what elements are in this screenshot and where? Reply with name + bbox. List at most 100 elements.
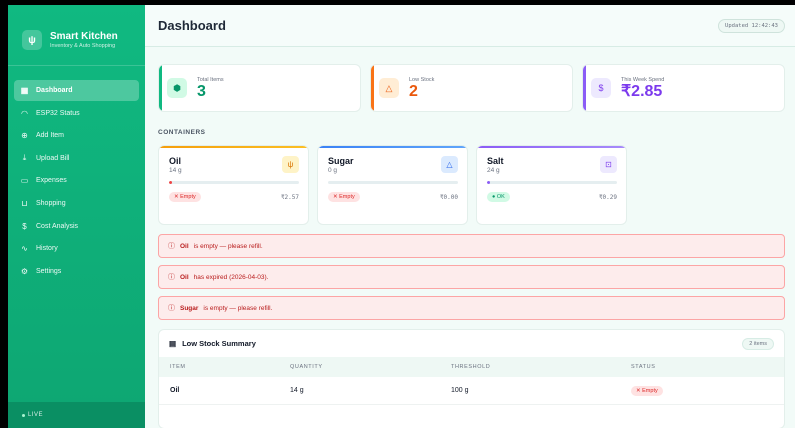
sidebar-nav: ▦ Dashboard ◠ ESP32 Status ⊕ Add Item ⤓ … — [8, 66, 145, 282]
topbar: Dashboard Updated 12:42:43 — [145, 5, 795, 47]
alert-text: is empty — please refill. — [203, 304, 273, 312]
container-price: ₹2.57 — [280, 193, 299, 201]
sidebar-item-add-item[interactable]: ⊕ Add Item — [14, 125, 139, 146]
live-status-label: LIVE — [28, 412, 44, 418]
container-name: Oil — [169, 156, 182, 166]
container-price: ₹0.00 — [439, 193, 458, 201]
stat-week-spend[interactable]: $ This Week Spend ₹2.85 — [582, 64, 785, 112]
stat-label: Low Stock — [409, 76, 435, 83]
sidebar-item-expenses[interactable]: ▭ Expenses — [14, 170, 139, 191]
brand-subtitle: Inventory & Auto Shopping — [50, 42, 116, 49]
container-card-sugar[interactable]: Sugar 0 g △ ✕ Empty ₹0.00 — [317, 145, 468, 225]
cube-icon: ⬢ — [167, 78, 187, 98]
table-header: ITEM QUANTITY THRESHOLD STATUS — [159, 357, 784, 377]
containers-grid: Oil 14 g ψ ✕ Empty ₹2.57 Sugar 0 g △ ✕ E… — [158, 145, 785, 225]
sidebar-item-label: Settings — [36, 267, 62, 275]
sidebar-item-label: Add Item — [36, 132, 65, 140]
stat-label: This Week Spend — [621, 76, 665, 83]
stat-value: 3 — [197, 82, 206, 100]
box-icon: ⊡ — [600, 156, 617, 173]
main-area: Dashboard Updated 12:42:43 ⬢ Total Items… — [145, 5, 795, 428]
column-header: QUANTITY — [290, 364, 323, 370]
alert-text: has expired (2026-04-03). — [193, 273, 269, 281]
sidebar-item-shopping[interactable]: ⊔ Shopping — [14, 193, 139, 214]
sidebar-item-label: Dashboard — [36, 87, 73, 94]
low-stock-summary: ▤ Low Stock Summary 2 items ITEM QUANTIT… — [158, 329, 785, 428]
alert-item-name: Oil — [180, 273, 189, 281]
alert-item-name: Oil — [180, 242, 189, 250]
status-badge: ✕ Empty — [328, 192, 360, 202]
summary-title: Low Stock Summary — [182, 339, 256, 348]
sidebar-item-label: History — [36, 245, 58, 253]
updated-badge: Updated 12:42:43 — [718, 18, 785, 33]
container-quantity: 24 g — [487, 167, 500, 174]
cart-icon: ⊔ — [21, 198, 28, 208]
container-quantity: 0 g — [328, 167, 338, 174]
alerts-list: ⓘ Oil is empty — please refill. ⓘ Oil ha… — [158, 234, 785, 320]
level-bar-fill — [169, 181, 172, 184]
stat-low-stock[interactable]: △ Low Stock 2 — [370, 64, 573, 112]
row-quantity: 14 g — [290, 387, 304, 394]
status-badge: ● OK — [487, 192, 510, 202]
stat-label: Total Items — [197, 76, 224, 83]
sidebar-item-label: ESP32 Status — [36, 109, 80, 117]
alert-item: ⓘ Oil has expired (2026-04-03). — [158, 265, 785, 289]
status-badge: ✕ Empty — [169, 192, 201, 202]
live-dot-icon — [22, 413, 25, 417]
activity-icon: ∿ — [21, 244, 28, 254]
dashboard-content: ⬢ Total Items 3 △ Low Stock 2 $ This Wee… — [145, 47, 795, 428]
container-name: Salt — [487, 156, 504, 166]
card-icon: ▭ — [20, 176, 29, 186]
stat-value: 2 — [409, 82, 418, 100]
page-title: Dashboard — [158, 18, 226, 33]
column-header: ITEM — [170, 364, 186, 370]
plus-circle-icon: ⊕ — [21, 131, 28, 141]
brand-title: Smart Kitchen — [50, 30, 118, 42]
status-badge: ✕ Empty — [631, 386, 663, 396]
sidebar-item-settings[interactable]: ⚙ Settings — [14, 261, 139, 282]
calendar-icon: ▤ — [169, 339, 177, 348]
level-bar-fill — [487, 181, 490, 184]
column-header: THRESHOLD — [451, 364, 491, 370]
container-card-oil[interactable]: Oil 14 g ψ ✕ Empty ₹2.57 — [158, 145, 309, 225]
sidebar-item-upload-bill[interactable]: ⤓ Upload Bill — [14, 148, 139, 169]
live-status: LIVE — [8, 402, 145, 428]
table-row[interactable]: Oil 14 g 100 g ✕ Empty — [159, 377, 784, 405]
sidebar-item-history[interactable]: ∿ History — [14, 238, 139, 259]
wifi-icon: ◠ — [21, 108, 28, 118]
container-card-salt[interactable]: Salt 24 g ⊡ ● OK ₹0.29 — [476, 145, 627, 225]
alert-item-name: Sugar — [180, 304, 199, 312]
row-threshold: 100 g — [451, 387, 469, 394]
fork-knife-icon: ψ — [282, 156, 299, 173]
alert-text: is empty — please refill. — [193, 242, 263, 250]
fork-knife-icon: ψ — [22, 30, 42, 50]
sidebar: ψ Smart Kitchen Inventory & Auto Shoppin… — [8, 5, 145, 428]
triangle-icon: △ — [441, 156, 458, 173]
level-bar — [487, 181, 617, 184]
app-frame: ψ Smart Kitchen Inventory & Auto Shoppin… — [8, 5, 795, 428]
column-header: STATUS — [631, 364, 656, 370]
level-bar — [328, 181, 458, 184]
warning-icon: △ — [379, 78, 399, 98]
sidebar-item-label: Upload Bill — [36, 154, 70, 162]
container-price: ₹0.29 — [598, 193, 617, 201]
dollar-icon: $ — [22, 221, 27, 231]
alert-item: ⓘ Sugar is empty — please refill. — [158, 296, 785, 320]
brand: ψ Smart Kitchen Inventory & Auto Shoppin… — [8, 5, 145, 66]
level-bar — [169, 181, 299, 184]
sidebar-item-esp32-status[interactable]: ◠ ESP32 Status — [14, 103, 139, 124]
upload-icon: ⤓ — [22, 153, 27, 163]
containers-heading: CONTAINERS — [158, 129, 206, 136]
stat-total-items[interactable]: ⬢ Total Items 3 — [158, 64, 361, 112]
alert-circle-icon: ⓘ — [168, 274, 175, 281]
sidebar-item-label: Shopping — [36, 199, 66, 207]
alert-circle-icon: ⓘ — [168, 243, 175, 250]
stat-value: ₹2.85 — [621, 82, 663, 100]
grid-icon: ▦ — [20, 86, 29, 95]
container-quantity: 14 g — [169, 167, 182, 174]
gear-icon: ⚙ — [20, 266, 29, 276]
summary-count-badge: 2 items — [742, 337, 774, 350]
sidebar-item-cost-analysis[interactable]: $ Cost Analysis — [14, 216, 139, 237]
sidebar-item-dashboard[interactable]: ▦ Dashboard — [14, 80, 139, 101]
alert-item: ⓘ Oil is empty — please refill. — [158, 234, 785, 258]
